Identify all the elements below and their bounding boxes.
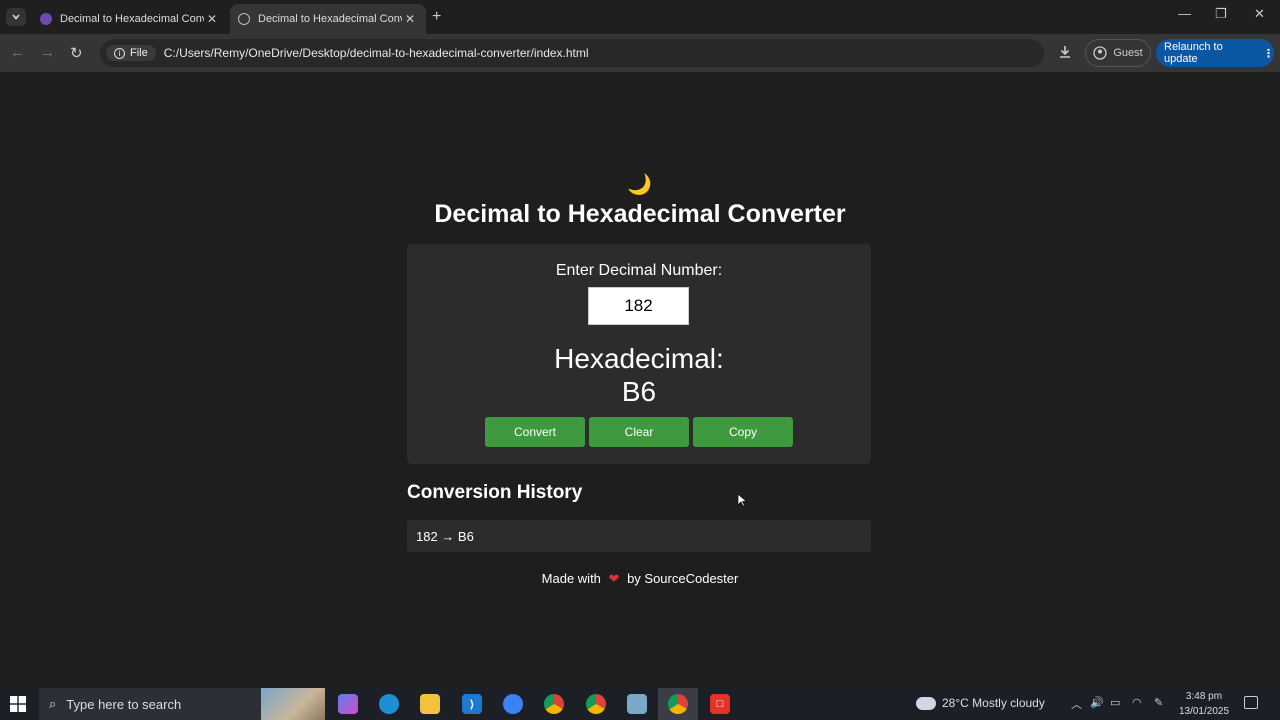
notepad-icon[interactable] — [627, 694, 647, 714]
clear-button[interactable]: Clear — [589, 417, 689, 447]
pen-icon[interactable]: ✎ — [1154, 696, 1163, 709]
chrome-active-icon[interactable] — [668, 694, 688, 714]
tab-title: Decimal to Hexadecimal Conve — [258, 13, 402, 25]
user-icon — [1093, 46, 1107, 60]
page-title: Decimal to Hexadecimal Converter — [434, 200, 846, 228]
info-icon: i — [114, 47, 125, 59]
file-chip-label: File — [130, 47, 148, 59]
notification-icon[interactable] — [1244, 696, 1258, 709]
footer-made-with: Made with — [541, 571, 601, 586]
decimal-input-label: Enter Decimal Number: — [555, 262, 723, 279]
hex-result-label: Hexadecimal: — [554, 343, 724, 374]
site-favicon-icon — [40, 13, 52, 25]
globe-icon — [238, 13, 250, 25]
mouse-cursor-icon — [738, 494, 747, 507]
restore-icon[interactable]: ❐ — [1215, 6, 1227, 22]
windows-start-icon[interactable] — [10, 696, 26, 712]
hex-result: Hexadecimal: B6 — [407, 342, 871, 408]
speaker-icon[interactable]: 🔊 — [1090, 696, 1104, 709]
file-explorer-icon[interactable] — [420, 694, 440, 714]
heart-icon: ❤ — [608, 571, 620, 586]
weather-widget[interactable]: 28°C Mostly cloudy — [916, 696, 1045, 710]
tab-strip: Decimal to Hexadecimal Conver ✕ Decimal … — [0, 0, 1280, 34]
capcut-icon[interactable]: □ — [710, 694, 730, 714]
history-item: 182 → B6 — [407, 520, 871, 552]
profile-guest-button[interactable]: Guest — [1085, 39, 1151, 67]
search-highlight-art — [261, 688, 325, 720]
system-clock[interactable]: 3:48 pm 13/01/2025 — [1172, 689, 1236, 719]
search-placeholder: Type here to search — [66, 696, 182, 712]
address-bar[interactable]: i File C:/Users/Remy/OneDrive/Desktop/de… — [100, 39, 1044, 67]
clock-date: 13/01/2025 — [1178, 706, 1230, 717]
copy-button[interactable]: Copy — [693, 417, 793, 447]
decimal-input[interactable] — [588, 287, 689, 325]
guest-label: Guest — [1113, 47, 1143, 59]
history-title: Conversion History — [407, 482, 583, 503]
url-text[interactable]: C:/Users/Remy/OneDrive/Desktop/decimal-t… — [164, 46, 589, 60]
browser-tab-1[interactable]: Decimal to Hexadecimal Conver ✕ — [32, 4, 228, 34]
converter-card: Enter Decimal Number: Hexadecimal: B6 Co… — [407, 244, 871, 464]
forward-arrow-icon[interactable]: → — [40, 44, 55, 61]
page-content: 🌙 Decimal to Hexadecimal Converter Enter… — [0, 72, 1280, 688]
battery-icon[interactable]: ▭ — [1110, 696, 1120, 709]
close-tab-icon[interactable]: ✕ — [204, 11, 220, 27]
search-icon: ⌕ — [49, 696, 57, 711]
site-info-chip[interactable]: i File — [106, 45, 156, 61]
android-studio-icon[interactable] — [503, 694, 523, 714]
reload-icon[interactable]: ↻ — [70, 44, 83, 62]
browser-tab-2-active[interactable]: Decimal to Hexadecimal Conve ✕ — [230, 4, 426, 34]
tab-title: Decimal to Hexadecimal Conver — [60, 13, 204, 25]
relaunch-button[interactable]: Relaunch to update ⋮ — [1156, 39, 1274, 67]
wifi-icon[interactable]: ◠ — [1132, 696, 1142, 709]
chrome-icon[interactable] — [544, 694, 564, 714]
back-arrow-icon[interactable]: ← — [10, 44, 25, 61]
convert-button[interactable]: Convert — [485, 417, 585, 447]
weather-text: 28°C Mostly cloudy — [942, 696, 1045, 710]
chrome-profile-icon[interactable] — [586, 694, 606, 714]
new-tab-plus-icon[interactable]: + — [432, 8, 441, 26]
chevron-down-icon — [12, 14, 20, 20]
footer: Made with ❤ by SourceCodester — [0, 571, 1280, 587]
minimize-icon[interactable]: — — [1178, 6, 1191, 21]
window-close-icon[interactable]: ✕ — [1254, 6, 1265, 22]
more-menu-icon[interactable]: ⋮ — [1263, 47, 1274, 60]
clock-time: 3:48 pm — [1185, 691, 1223, 702]
vscode-icon[interactable]: ⟩ — [462, 694, 482, 714]
cloud-icon — [916, 696, 936, 710]
close-tab-icon[interactable]: ✕ — [402, 11, 418, 27]
tab-search-button[interactable] — [6, 8, 26, 26]
taskbar-search-box[interactable]: ⌕ Type here to search — [39, 688, 325, 720]
windows-taskbar: ⌕ Type here to search ⟩ □ 28°C Mostly cl… — [0, 688, 1280, 720]
footer-author: by SourceCodester — [627, 571, 739, 586]
copilot-icon[interactable] — [338, 694, 358, 714]
download-icon[interactable] — [1057, 44, 1073, 60]
edge-icon[interactable] — [379, 694, 399, 714]
hex-result-value: B6 — [621, 376, 657, 407]
tray-chevron-up-icon[interactable]: ︿ — [1071, 696, 1082, 712]
relaunch-label: Relaunch to update — [1164, 41, 1223, 65]
theme-toggle-moon-icon[interactable]: 🌙 — [627, 172, 652, 197]
